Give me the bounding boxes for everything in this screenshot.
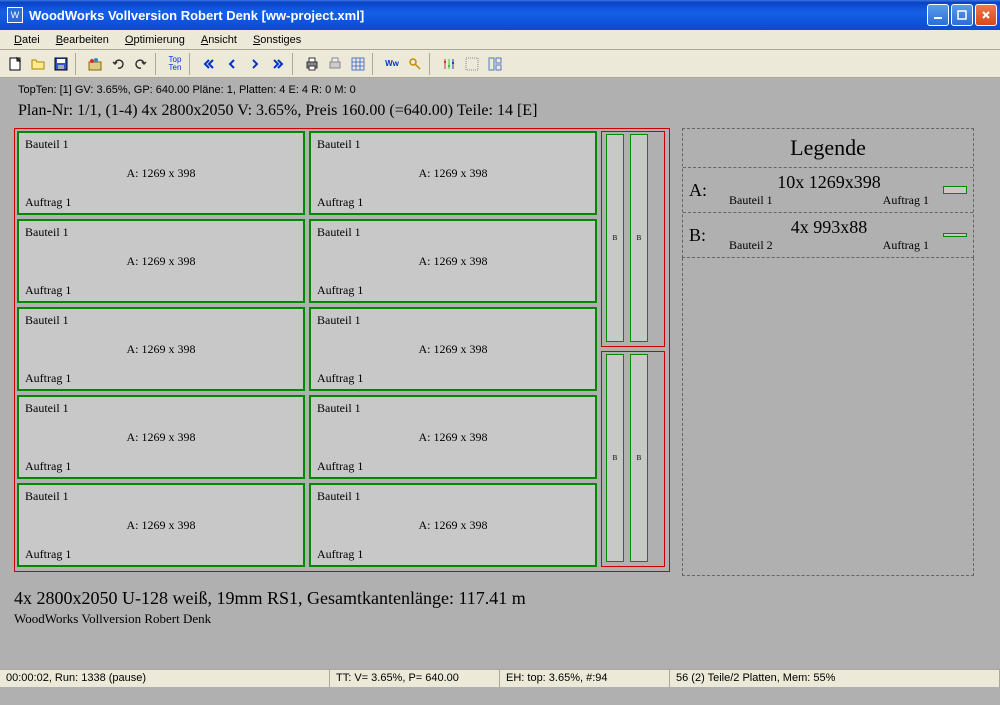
status-mem: 56 (2) Teile/2 Platten, Mem: 55% xyxy=(670,670,1000,687)
part-b[interactable]: B xyxy=(606,134,624,342)
maximize-button[interactable] xyxy=(951,4,973,26)
dashed-grid-icon[interactable] xyxy=(461,53,483,75)
layout-icon[interactable] xyxy=(484,53,506,75)
part-b[interactable]: B xyxy=(630,134,648,342)
topten-icon[interactable]: TopTen xyxy=(164,53,186,75)
save-icon[interactable] xyxy=(50,53,72,75)
legend-swatch-icon xyxy=(943,233,967,237)
topten-line: TopTen: [1] GV: 3.65%, GP: 640.00 Pläne:… xyxy=(10,82,990,100)
app-icon: W xyxy=(7,7,23,23)
close-button[interactable] xyxy=(975,4,997,26)
palette-icon[interactable] xyxy=(84,53,106,75)
print-icon[interactable] xyxy=(301,53,323,75)
open-icon[interactable] xyxy=(27,53,49,75)
part-b-group: B B xyxy=(601,351,665,567)
part-order: Auftrag 1 xyxy=(25,195,297,210)
rewind-icon[interactable] xyxy=(198,53,220,75)
part-b[interactable]: B xyxy=(606,354,624,562)
part-b[interactable]: B xyxy=(630,354,648,562)
window-titlebar: W WoodWorks Vollversion Robert Denk [ww-… xyxy=(0,0,1000,30)
menubar: Datei Bearbeiten Optimierung Ansicht Son… xyxy=(0,30,1000,50)
legend-item-a[interactable]: A: 10x 1269x398 Bauteil 1 Auftrag 1 xyxy=(683,168,973,213)
legend-part-name: Bauteil 2 xyxy=(729,238,773,253)
plan-credit: WoodWorks Vollversion Robert Denk xyxy=(14,611,982,627)
legend-key: A: xyxy=(689,180,719,201)
part-a[interactable]: Bauteil 1 A: 1269 x 398 Auftrag 1 xyxy=(17,483,305,567)
legend-key: B: xyxy=(689,225,719,246)
part-a[interactable]: Bauteil 1 A: 1269 x 398 Auftrag 1 xyxy=(17,395,305,479)
legend-qty: 4x 993x88 xyxy=(719,217,939,238)
plan-footer: 4x 2800x2050 U-128 weiß, 19mm RS1, Gesam… xyxy=(10,576,990,631)
status-time: 00:00:02, Run: 1338 (pause) xyxy=(0,670,330,687)
legend-qty: 10x 1269x398 xyxy=(719,172,939,193)
minimize-button[interactable] xyxy=(927,4,949,26)
part-a[interactable]: Bauteil 1 A: 1269 x 398 Auftrag 1 xyxy=(309,395,597,479)
window-title: WoodWorks Vollversion Robert Denk [ww-pr… xyxy=(27,8,927,23)
content-area: TopTen: [1] GV: 3.65%, GP: 640.00 Pläne:… xyxy=(0,78,1000,687)
status-tt: TT: V= 3.65%, P= 640.00 xyxy=(330,670,500,687)
plan-header: Plan-Nr: 1/1, (1-4) 4x 2800x2050 V: 3.65… xyxy=(10,100,990,128)
menu-optimierung[interactable]: Optimierung xyxy=(117,32,193,48)
undo-icon[interactable] xyxy=(107,53,129,75)
legend-panel: Legende A: 10x 1269x398 Bauteil 1 Auftra… xyxy=(682,128,974,576)
forward-icon[interactable] xyxy=(267,53,289,75)
plan-summary: 4x 2800x2050 U-128 weiß, 19mm RS1, Gesam… xyxy=(14,588,982,609)
legend-part-order: Auftrag 1 xyxy=(883,193,929,208)
grid-icon[interactable] xyxy=(347,53,369,75)
legend-part-name: Bauteil 1 xyxy=(729,193,773,208)
new-icon[interactable] xyxy=(4,53,26,75)
menu-bearbeiten[interactable]: Bearbeiten xyxy=(48,32,117,48)
status-eh: EH: top: 3.65%, #:94 xyxy=(500,670,670,687)
www-icon[interactable]: Ww xyxy=(381,53,403,75)
menu-sonstiges[interactable]: Sonstiges xyxy=(245,32,309,48)
print-preview-icon[interactable] xyxy=(324,53,346,75)
next-icon[interactable] xyxy=(244,53,266,75)
part-size: A: 1269 x 398 xyxy=(25,166,297,181)
menu-datei[interactable]: Datei xyxy=(6,32,48,48)
toolbar: TopTen Ww xyxy=(0,50,1000,78)
part-a[interactable]: Bauteil 1 A: 1269 x 398 Auftrag 1 xyxy=(309,307,597,391)
part-a[interactable]: Bauteil 1 A: 1269 x 398 Auftrag 1 xyxy=(309,219,597,303)
legend-swatch-icon xyxy=(943,186,967,194)
part-a[interactable]: Bauteil 1 A: 1269 x 398 Auftrag 1 xyxy=(17,219,305,303)
part-a[interactable]: Bauteil 1 A: 1269 x 398 Auftrag 1 xyxy=(17,307,305,391)
sliders-icon[interactable] xyxy=(438,53,460,75)
menu-ansicht[interactable]: Ansicht xyxy=(193,32,245,48)
part-a[interactable]: Bauteil 1 A: 1269 x 398 Auftrag 1 xyxy=(309,483,597,567)
legend-item-b[interactable]: B: 4x 993x88 Bauteil 2 Auftrag 1 xyxy=(683,213,973,257)
redo-icon[interactable] xyxy=(130,53,152,75)
part-b-group: B B xyxy=(601,131,665,347)
part-a[interactable]: Bauteil 1 A: 1269 x 398 Auftrag 1 xyxy=(17,131,305,215)
legend-empty-area xyxy=(682,258,974,576)
statusbar: 00:00:02, Run: 1338 (pause) TT: V= 3.65%… xyxy=(0,669,1000,687)
prev-icon[interactable] xyxy=(221,53,243,75)
part-name: Bauteil 1 xyxy=(25,137,297,152)
key-icon[interactable] xyxy=(404,53,426,75)
legend-title: Legende xyxy=(683,129,973,168)
legend-part-order: Auftrag 1 xyxy=(883,238,929,253)
cutting-plan[interactable]: Bauteil 1 A: 1269 x 398 Auftrag 1 Bautei… xyxy=(14,128,670,572)
part-a[interactable]: Bauteil 1 A: 1269 x 398 Auftrag 1 xyxy=(309,131,597,215)
